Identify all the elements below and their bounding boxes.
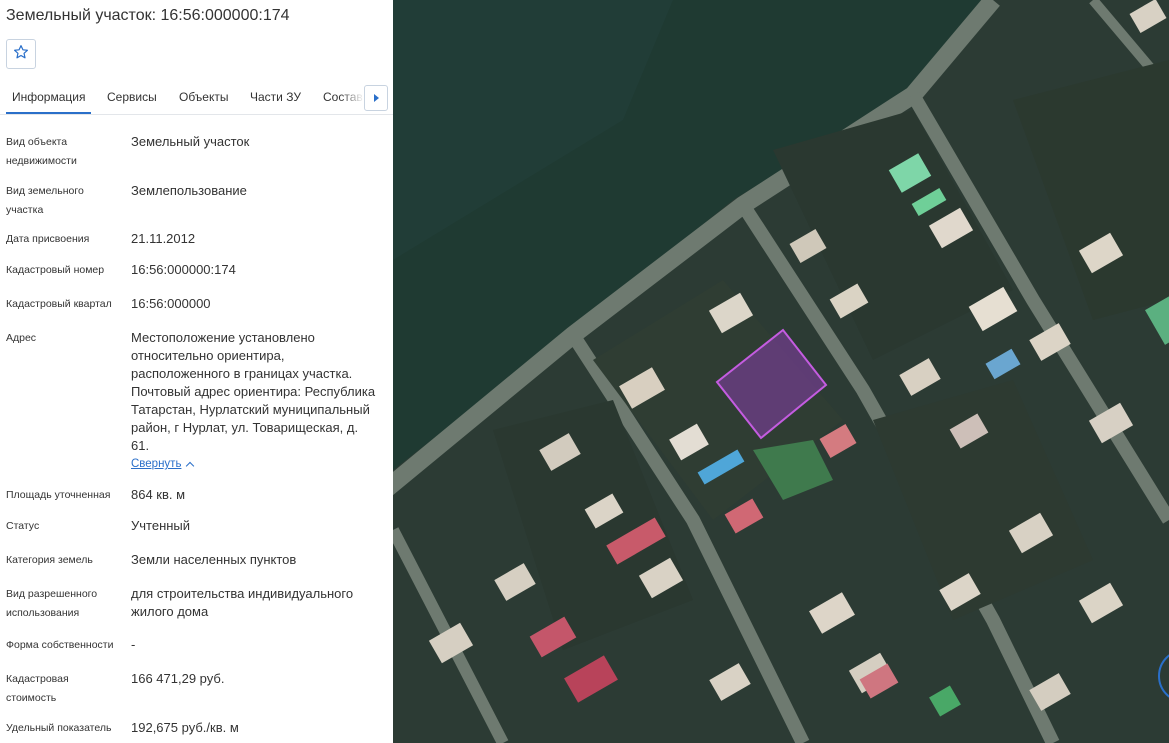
label-assigned-date: Дата присвоения bbox=[6, 233, 90, 245]
collapse-label: Свернуть bbox=[131, 458, 182, 470]
label-area: Площадь уточненная bbox=[6, 489, 111, 501]
info-panel: Земельный участок: 16:56:000000:174 Инфо… bbox=[0, 0, 394, 743]
label-parcel-type: Вид земельного участка bbox=[6, 185, 84, 216]
star-icon bbox=[13, 44, 29, 65]
value-cadastral-quarter: 16:56:000000 bbox=[131, 296, 211, 311]
tab-information[interactable]: Информация bbox=[5, 90, 93, 114]
collapse-link[interactable]: Свернуть bbox=[131, 458, 195, 470]
label-cadastral-value: Кадастровая стоимость bbox=[6, 673, 69, 704]
tab-objects[interactable]: Объекты bbox=[179, 90, 229, 104]
label-cadastral-quarter: Кадастровый квартал bbox=[6, 298, 112, 310]
value-permitted-use: для строительства индивидуального жилого… bbox=[131, 586, 354, 619]
favorite-button[interactable] bbox=[6, 39, 36, 69]
label-address: Адрес bbox=[6, 332, 37, 344]
tab-fade bbox=[340, 82, 364, 112]
value-parcel-type: Землепользование bbox=[131, 183, 247, 198]
value-land-category: Земли населенных пунктов bbox=[131, 552, 297, 567]
satellite-map[interactable] bbox=[393, 0, 1169, 743]
value-area: 864 кв. м bbox=[131, 487, 186, 502]
tab-bar: Информация Сервисы Объекты Части ЗУ Сост… bbox=[0, 82, 393, 115]
value-cadastral-value: 166 471,29 руб. bbox=[131, 671, 225, 686]
label-specific-indicator: Удельный показатель bbox=[6, 722, 112, 734]
value-cadastral-number: 16:56:000000:174 bbox=[131, 262, 236, 277]
label-permitted-use: Вид разрешенного использования bbox=[6, 588, 98, 619]
value-specific-indicator: 192,675 руб./кв. м bbox=[131, 720, 239, 735]
chevron-up-icon bbox=[186, 461, 195, 470]
map-canvas bbox=[393, 0, 1169, 743]
tab-services[interactable]: Сервисы bbox=[107, 90, 157, 104]
label-status: Статус bbox=[6, 520, 40, 532]
label-cadastral-number: Кадастровый номер bbox=[6, 264, 105, 276]
label-object-type: Вид объекта недвижимости bbox=[6, 136, 77, 167]
label-ownership: Форма собственности bbox=[6, 639, 114, 651]
value-ownership: - bbox=[131, 637, 136, 652]
value-assigned-date: 21.11.2012 bbox=[131, 231, 196, 246]
label-land-category: Категория земель bbox=[6, 554, 93, 566]
value-address: Местоположение установлено относительно … bbox=[131, 330, 376, 453]
tabs-next-button[interactable] bbox=[364, 85, 388, 111]
tab-parts[interactable]: Части ЗУ bbox=[250, 90, 301, 104]
value-object-type: Земельный участок bbox=[131, 134, 250, 149]
value-status: Учтенный bbox=[131, 518, 191, 533]
page-title: Земельный участок: 16:56:000000:174 bbox=[6, 7, 290, 24]
